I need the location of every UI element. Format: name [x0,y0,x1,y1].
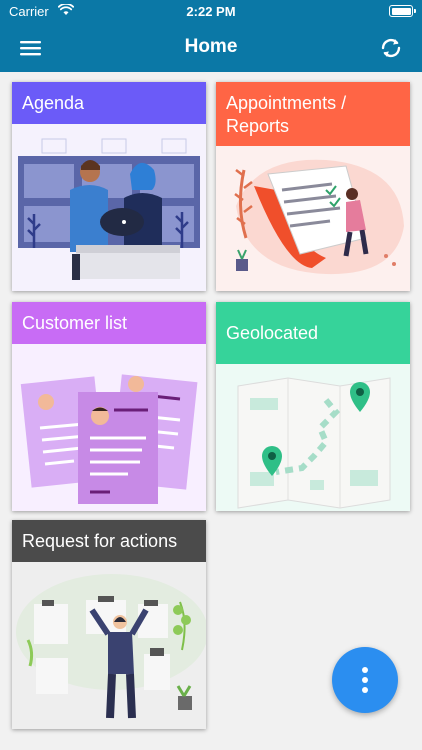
tile-request-for-actions[interactable]: Request for actions [12,520,206,729]
more-vertical-icon [362,667,368,673]
more-vertical-icon-dot-2 [362,677,368,683]
tile-requests-label: Request for actions [12,520,206,562]
tile-agenda-label: Agenda [12,82,206,124]
tile-geolocated-label: Geolocated [216,302,410,364]
appointments-illustration [216,146,410,291]
app-bar: Home [0,24,422,72]
geolocated-illustration [216,364,410,511]
hamburger-menu-icon[interactable] [18,36,44,60]
tile-appointments-reports[interactable]: Appointments / Reports [216,82,410,291]
tile-agenda[interactable]: Agenda [12,82,206,291]
tile-geolocated[interactable]: Geolocated [216,302,410,511]
refresh-icon[interactable] [378,36,404,60]
more-vertical-icon-dot-3 [362,687,368,693]
agenda-illustration [12,124,206,291]
more-options-fab[interactable] [332,647,398,713]
status-bar: Carrier 2:22 PM [0,0,422,24]
page-title: Home [184,36,238,57]
status-time: 2:22 PM [186,4,236,19]
tile-customer-list[interactable]: Customer list [12,302,206,511]
tile-customers-label: Customer list [12,302,206,344]
tile-appointments-label: Appointments / Reports [216,82,410,146]
request-for-actions-illustration [12,562,206,729]
battery-icon [389,5,416,17]
customer-list-illustration [12,344,206,511]
